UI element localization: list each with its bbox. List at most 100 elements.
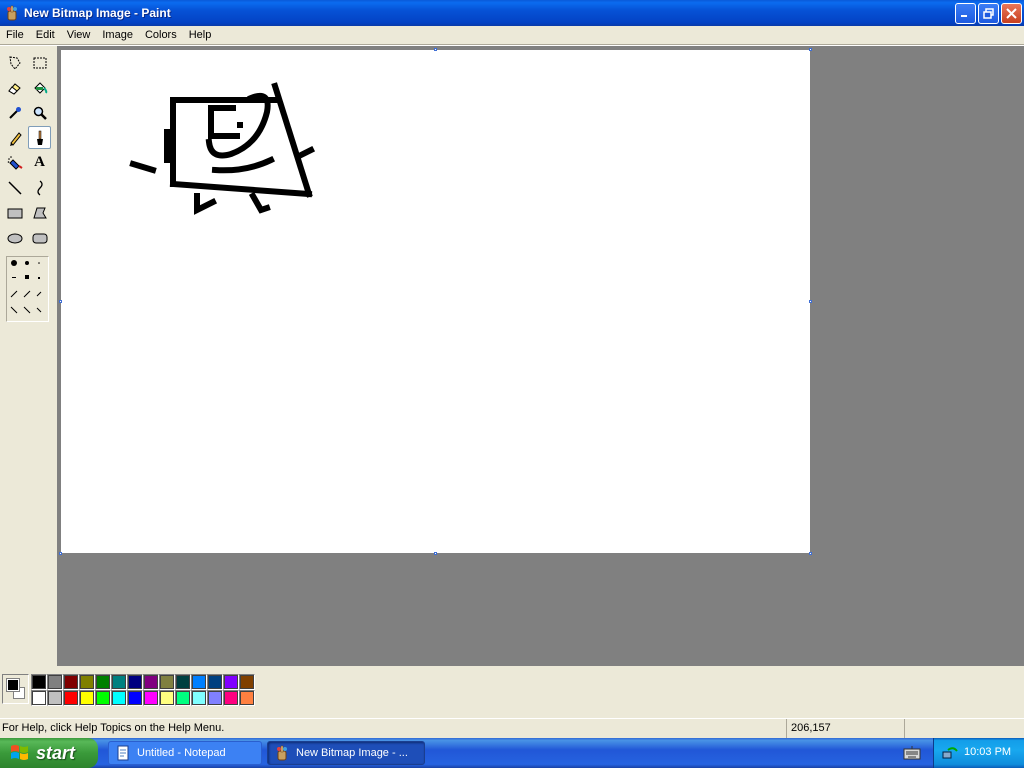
magnifier-icon <box>33 106 47 120</box>
start-button[interactable]: start <box>0 738 98 768</box>
menu-help[interactable]: Help <box>183 26 218 44</box>
close-button[interactable] <box>1001 3 1022 24</box>
menu-colors[interactable]: Colors <box>139 26 183 44</box>
color-box <box>0 666 1024 714</box>
menu-image[interactable]: Image <box>96 26 139 44</box>
eraser-icon <box>7 82 21 95</box>
restore-icon <box>983 8 994 19</box>
title-bar[interactable]: New Bitmap Image - Paint <box>0 0 1024 26</box>
taskbar-item-label: Untitled - Notepad <box>137 747 226 759</box>
color-swatch[interactable] <box>143 690 159 706</box>
resize-handle[interactable] <box>809 552 812 555</box>
network-icon[interactable] <box>942 745 958 761</box>
minimize-icon <box>961 15 967 17</box>
brush-icon <box>36 130 43 145</box>
color-swatch[interactable] <box>159 690 175 706</box>
clock[interactable]: 10:03 PM <box>964 746 1011 758</box>
color-swatch[interactable] <box>191 674 207 690</box>
tool-rounded-rectangle[interactable] <box>28 226 51 249</box>
color-swatch[interactable] <box>207 674 223 690</box>
taskbar-item-paint[interactable]: New Bitmap Image - ... <box>267 741 425 765</box>
menu-bar: File Edit View Image Colors Help <box>0 26 1024 44</box>
taskbar-item-notepad[interactable]: Untitled - Notepad <box>108 741 262 765</box>
start-label: start <box>36 742 76 763</box>
resize-handle[interactable] <box>809 48 812 51</box>
keyboard-icon[interactable] <box>903 746 921 760</box>
color-swatch[interactable] <box>111 690 127 706</box>
current-colors[interactable] <box>2 674 29 704</box>
tool-magnifier[interactable] <box>28 101 51 124</box>
brush-shapes-icon <box>10 260 42 314</box>
color-swatch[interactable] <box>239 674 255 690</box>
fill-icon <box>33 81 47 94</box>
color-swatch[interactable] <box>191 690 207 706</box>
taskbar-item-label: New Bitmap Image - ... <box>296 747 408 759</box>
tool-eraser[interactable] <box>3 76 26 99</box>
color-swatch[interactable] <box>47 674 63 690</box>
color-swatch[interactable] <box>111 674 127 690</box>
color-swatch[interactable] <box>175 690 191 706</box>
status-selection-size <box>904 719 1024 739</box>
tool-pencil[interactable] <box>3 126 26 149</box>
color-swatch[interactable] <box>127 674 143 690</box>
tool-polygon[interactable] <box>28 201 51 224</box>
color-swatch[interactable] <box>159 674 175 690</box>
tool-fill[interactable] <box>28 76 51 99</box>
rectangle-icon <box>7 208 22 218</box>
resize-handle[interactable] <box>59 300 62 303</box>
menu-edit[interactable]: Edit <box>30 26 61 44</box>
tool-airbrush[interactable] <box>3 151 26 174</box>
tool-ellipse[interactable] <box>3 226 26 249</box>
color-swatch[interactable] <box>95 690 111 706</box>
tool-curve[interactable] <box>28 176 51 199</box>
menu-file[interactable]: File <box>0 26 30 44</box>
restore-button[interactable] <box>978 3 999 24</box>
resize-handle[interactable] <box>434 552 437 555</box>
polygon-icon <box>32 207 47 218</box>
tool-text[interactable]: A <box>28 151 51 174</box>
resize-handle[interactable] <box>809 300 812 303</box>
color-swatch[interactable] <box>31 690 47 706</box>
color-swatch[interactable] <box>63 674 79 690</box>
color-swatch[interactable] <box>79 674 95 690</box>
status-bar: For Help, click Help Topics on the Help … <box>0 718 1024 739</box>
color-swatch[interactable] <box>79 690 95 706</box>
tool-free-form-select[interactable] <box>3 51 26 74</box>
color-swatch[interactable] <box>95 674 111 690</box>
color-swatch[interactable] <box>127 690 143 706</box>
color-swatch[interactable] <box>47 690 63 706</box>
resize-handle[interactable] <box>434 48 437 51</box>
tool-select[interactable] <box>28 51 51 74</box>
window-title: New Bitmap Image - Paint <box>24 6 171 20</box>
tool-line[interactable] <box>3 176 26 199</box>
tool-brush[interactable] <box>28 126 51 149</box>
status-help-text: For Help, click Help Topics on the Help … <box>2 722 225 734</box>
tool-rectangle[interactable] <box>3 201 26 224</box>
menu-view[interactable]: View <box>61 26 97 44</box>
color-swatch[interactable] <box>239 690 255 706</box>
color-swatch[interactable] <box>143 674 159 690</box>
close-icon <box>1006 8 1017 19</box>
system-tray: 10:03 PM <box>933 738 1024 768</box>
minimize-button[interactable] <box>955 3 976 24</box>
brush-options[interactable] <box>6 256 49 322</box>
tool-pick-color[interactable] <box>3 101 26 124</box>
curve-icon <box>36 179 43 196</box>
pick-color-icon <box>8 106 21 119</box>
taskbar: start Untitled - Notepad New Bitmap Imag… <box>0 738 1024 768</box>
color-swatch[interactable] <box>175 674 191 690</box>
color-swatch[interactable] <box>223 690 239 706</box>
pencil-icon <box>9 131 22 146</box>
resize-handle[interactable] <box>59 552 62 555</box>
free-form-select-icon <box>8 55 21 70</box>
color-swatch[interactable] <box>31 674 47 690</box>
drawing-canvas[interactable] <box>61 50 810 553</box>
foreground-color-swatch <box>6 678 20 692</box>
drawing-content <box>129 82 316 215</box>
color-swatch[interactable] <box>223 674 239 690</box>
color-swatch[interactable] <box>207 690 223 706</box>
status-coordinates: 206,157 <box>786 719 904 739</box>
notepad-icon <box>117 745 129 761</box>
rounded-rectangle-icon <box>32 233 47 243</box>
color-swatch[interactable] <box>63 690 79 706</box>
